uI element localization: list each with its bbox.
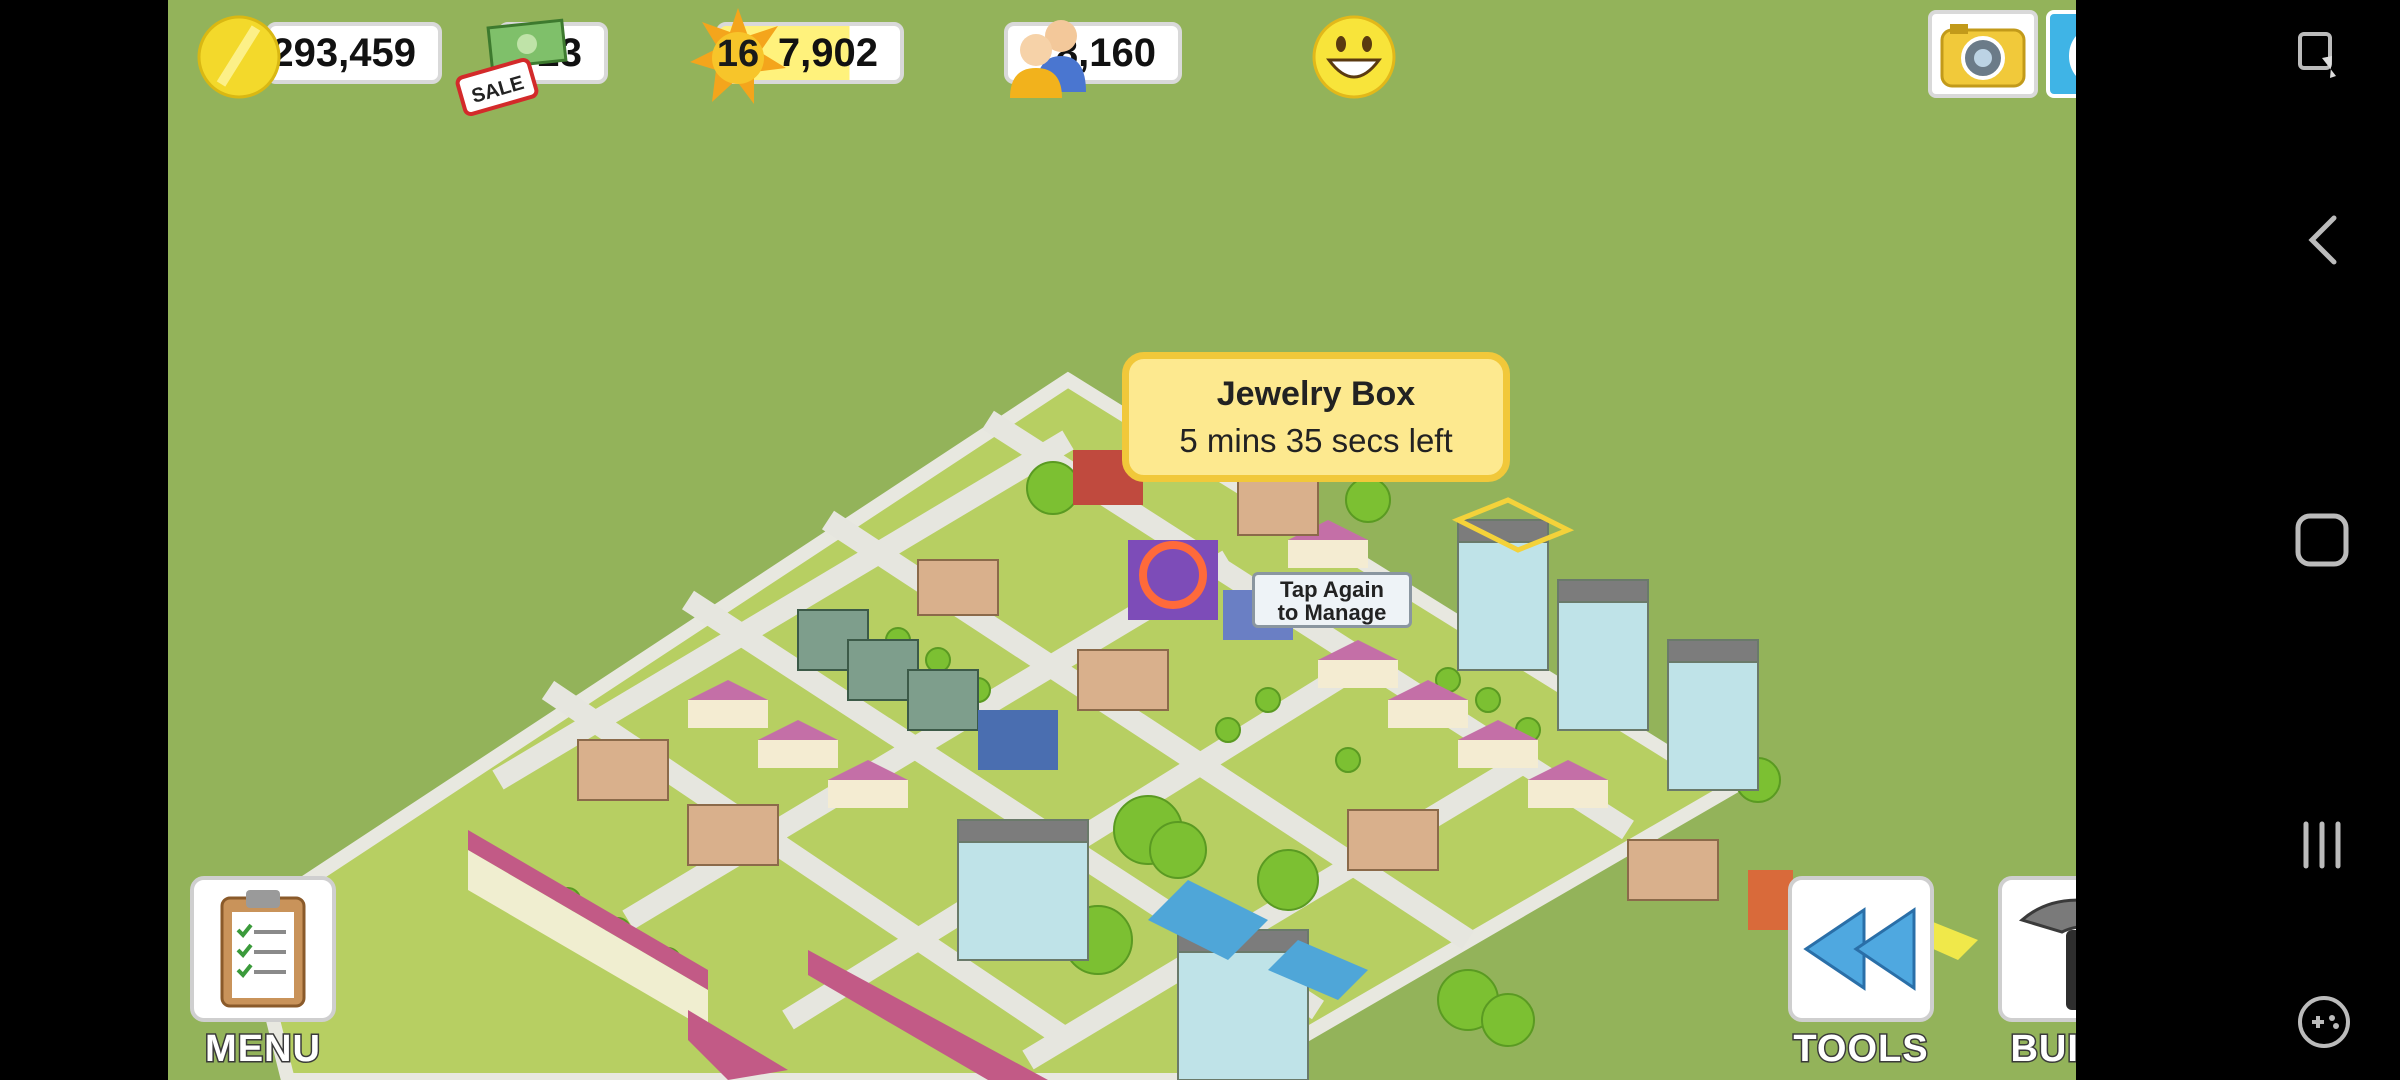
back-icon[interactable] <box>2302 212 2342 268</box>
coins-counter[interactable]: 293,459 <box>266 22 442 84</box>
tap-to-manage-sign[interactable]: Tap Again to Manage <box>1252 572 1412 628</box>
tools-label: TOOLS <box>1792 1027 1929 1072</box>
clipboard-icon <box>220 890 306 1008</box>
share-icon <box>2069 36 2076 76</box>
game-tools-icon[interactable] <box>2296 994 2352 1050</box>
build-button[interactable] <box>1998 876 2076 1022</box>
building-tooltip: Jewelry Box 5 mins 35 secs left <box>1122 352 1510 482</box>
population-people-icon <box>1010 20 1086 98</box>
tooltip-title: Jewelry Box <box>1216 375 1416 413</box>
camera-button[interactable] <box>1928 10 2038 98</box>
share-button[interactable] <box>2046 10 2076 98</box>
coin-icon <box>197 15 281 99</box>
tools-button[interactable] <box>1788 876 1934 1022</box>
tap-line-1: Tap Again <box>1280 577 1384 602</box>
home-icon[interactable] <box>2294 512 2350 568</box>
system-navigation-bar <box>2176 0 2400 1080</box>
level-value: 16 <box>716 33 760 75</box>
tooltip-time-left: 5 mins 35 secs left <box>1179 422 1453 459</box>
menu-label: MENU <box>204 1027 322 1072</box>
recents-icon[interactable] <box>2298 818 2348 872</box>
rewind-arrows-icon <box>1803 907 1916 991</box>
camera-icon <box>1940 24 2026 88</box>
tap-line-2: to Manage <box>1277 600 1387 625</box>
menu-button[interactable] <box>190 876 336 1022</box>
build-label: BUILD <box>2009 1027 2076 1072</box>
screen-pin-icon[interactable] <box>2296 30 2346 84</box>
xp-value: 7,902 <box>777 30 878 75</box>
hammer-icon <box>2018 898 2076 1010</box>
coins-value: 293,459 <box>271 30 416 75</box>
smiley-face-icon[interactable] <box>1311 14 1397 100</box>
game-viewport[interactable]: 293,459 23 SALE 7,902 16 8,160 <box>168 0 2076 1080</box>
